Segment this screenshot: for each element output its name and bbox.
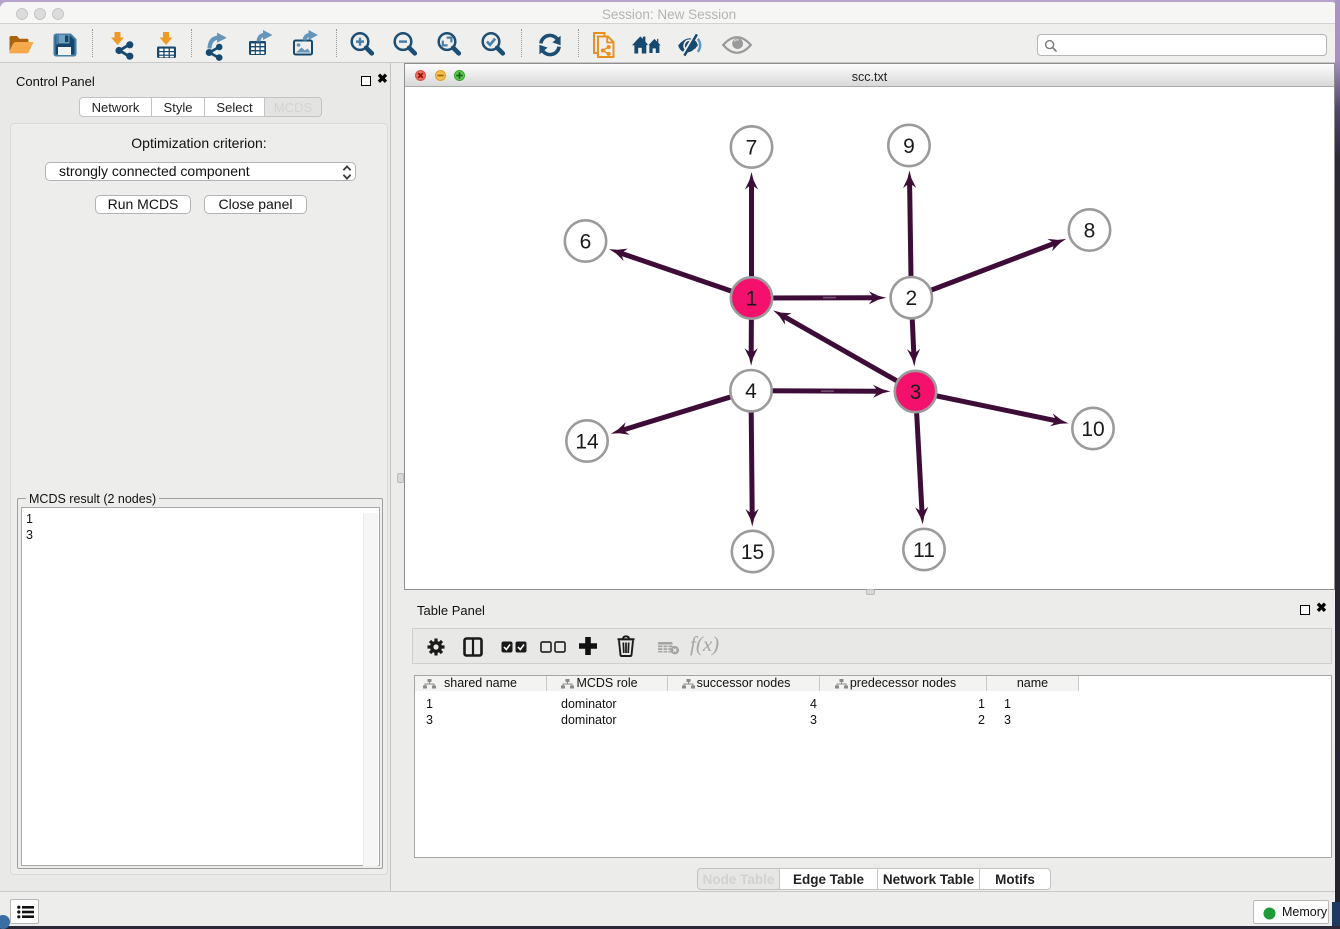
- svg-text:9: 9: [903, 135, 915, 158]
- svg-text:1: 1: [746, 288, 758, 311]
- svg-text:10: 10: [1081, 418, 1104, 441]
- svg-text:4: 4: [745, 380, 757, 403]
- svg-text:2: 2: [905, 287, 917, 310]
- svg-text:14: 14: [575, 431, 599, 454]
- svg-text:11: 11: [913, 539, 935, 562]
- svg-text:6: 6: [580, 231, 592, 254]
- svg-text:7: 7: [746, 137, 758, 160]
- svg-text:8: 8: [1084, 220, 1096, 243]
- svg-text:15: 15: [741, 541, 764, 564]
- svg-text:3: 3: [910, 381, 922, 404]
